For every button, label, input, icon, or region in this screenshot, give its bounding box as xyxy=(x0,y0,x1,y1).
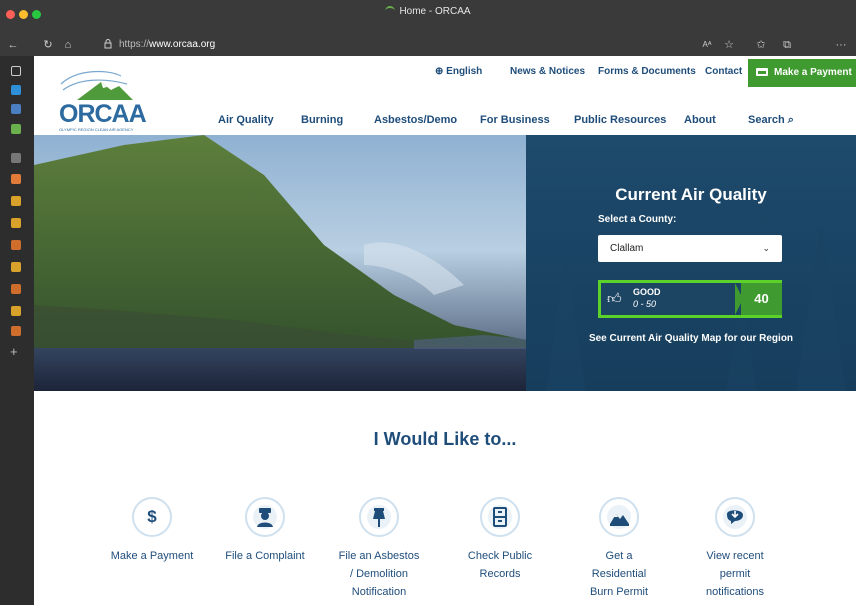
nav-news-notices[interactable]: News & Notices xyxy=(510,59,585,85)
aqi-range-text: 0 - 50 xyxy=(633,299,657,309)
pushpin-icon xyxy=(359,497,399,537)
tab-2[interactable] xyxy=(11,104,21,114)
aqi-value: 40 xyxy=(741,283,782,315)
nav-public-resources[interactable]: Public Resources xyxy=(574,114,666,126)
vertical-tab-strip: + xyxy=(0,56,34,605)
orcaa-favicon-icon xyxy=(385,6,396,13)
forested-mountain-lake-image xyxy=(34,135,526,391)
tab-1[interactable] xyxy=(11,85,21,95)
nav-forms-documents[interactable]: Forms & Documents xyxy=(598,59,696,85)
web-page: ORCAA OLYMPIC REGION CLEAN AIR AGENCY ⊕ … xyxy=(34,56,856,605)
tab-actions-icon[interactable] xyxy=(11,66,21,76)
tab-6[interactable] xyxy=(11,196,21,206)
nav-asbestos-demo[interactable]: Asbestos/Demo xyxy=(374,114,457,126)
file-cabinet-icon xyxy=(480,497,520,537)
back-icon[interactable]: ← xyxy=(5,37,21,53)
campfire-icon xyxy=(599,497,639,537)
tab-4[interactable] xyxy=(11,153,21,163)
favorite-icon[interactable]: ☆ xyxy=(720,37,738,53)
credit-card-icon xyxy=(756,68,768,76)
air-quality-title: Current Air Quality xyxy=(615,185,767,204)
language-selector[interactable]: ⊕ English xyxy=(435,59,482,85)
mountain-logo-icon xyxy=(60,70,133,100)
action-check-public-records[interactable]: Check Public Records xyxy=(445,497,555,583)
officer-icon xyxy=(245,497,285,537)
action-burn-permit[interactable]: Get a Residential Burn Permit xyxy=(564,497,674,601)
chevron-down-icon: ⌄ xyxy=(762,243,770,253)
tab-11[interactable] xyxy=(11,306,21,316)
county-select-label: Select a County: xyxy=(598,214,677,225)
nav-contact[interactable]: Contact xyxy=(705,59,742,85)
home-icon[interactable]: ⌂ xyxy=(60,37,76,53)
thumbs-up-icon: 👍︎ xyxy=(607,290,622,306)
tab-10[interactable] xyxy=(11,284,21,294)
aqi-status-text: GOOD xyxy=(633,287,661,297)
tab-8[interactable] xyxy=(11,240,21,250)
nav-burning[interactable]: Burning xyxy=(301,114,343,126)
download-icon xyxy=(715,497,755,537)
reload-icon[interactable]: ↻ xyxy=(40,37,56,53)
dollar-icon: $ xyxy=(132,497,172,537)
tab-3-active[interactable] xyxy=(11,124,21,134)
hero-section: Current Air Quality Select a County: Cla… xyxy=(34,135,856,391)
action-make-payment[interactable]: $ Make a Payment xyxy=(97,497,207,565)
logo-tagline: OLYMPIC REGION CLEAN AIR AGENCY xyxy=(59,127,134,132)
globe-icon: ⊕ xyxy=(435,66,444,77)
i-would-like-to-heading: I Would Like to... xyxy=(373,429,517,449)
tab-7[interactable] xyxy=(11,218,21,228)
action-file-complaint[interactable]: File a Complaint xyxy=(210,497,320,565)
county-select[interactable]: Clallam ⌄ xyxy=(598,235,782,262)
new-tab-icon[interactable]: + xyxy=(10,344,18,359)
url-field[interactable]: https://www.orcaa.org xyxy=(119,38,215,52)
tab-9[interactable] xyxy=(11,262,21,272)
nav-air-quality[interactable]: Air Quality xyxy=(218,114,274,126)
site-logo[interactable]: ORCAA OLYMPIC REGION CLEAN AIR AGENCY xyxy=(57,64,147,132)
nav-for-business[interactable]: For Business xyxy=(480,114,550,126)
lock-icon xyxy=(104,39,112,49)
browser-titlebar: Home - ORCAA xyxy=(0,0,856,34)
action-permit-notifications[interactable]: View recent permit notifications xyxy=(680,497,790,601)
tree-silhouette-background xyxy=(546,225,846,391)
more-menu-icon[interactable]: ··· xyxy=(832,37,850,53)
tab-5[interactable] xyxy=(11,174,21,184)
action-asbestos-notification[interactable]: File an Asbestos / Demolition Notificati… xyxy=(324,497,434,601)
tab-12[interactable] xyxy=(11,326,21,336)
air-quality-map-link[interactable]: See Current Air Quality Map for our Regi… xyxy=(526,333,856,344)
nav-search[interactable]: Search ⌕ xyxy=(748,114,794,127)
air-quality-panel: Current Air Quality Select a County: Cla… xyxy=(526,135,856,391)
logo-wordmark: ORCAA xyxy=(59,100,147,128)
favorites-bar-icon[interactable]: ✩ xyxy=(752,37,770,53)
read-aloud-icon[interactable]: Aᴬ xyxy=(698,37,716,53)
address-bar: ← ↻ ⌂ https://www.orcaa.org Aᴬ ☆ ✩ ⧉ ··· xyxy=(0,34,856,86)
collections-icon[interactable]: ⧉ xyxy=(778,37,796,53)
aqi-status-badge: 👍︎ GOOD 0 - 50 40 xyxy=(598,280,782,318)
nav-about[interactable]: About xyxy=(684,114,716,126)
search-icon: ⌕ xyxy=(787,114,794,126)
make-payment-button[interactable]: Make a Payment xyxy=(748,59,856,87)
hero-image xyxy=(34,135,526,391)
tab-title[interactable]: Home - ORCAA xyxy=(0,6,856,17)
